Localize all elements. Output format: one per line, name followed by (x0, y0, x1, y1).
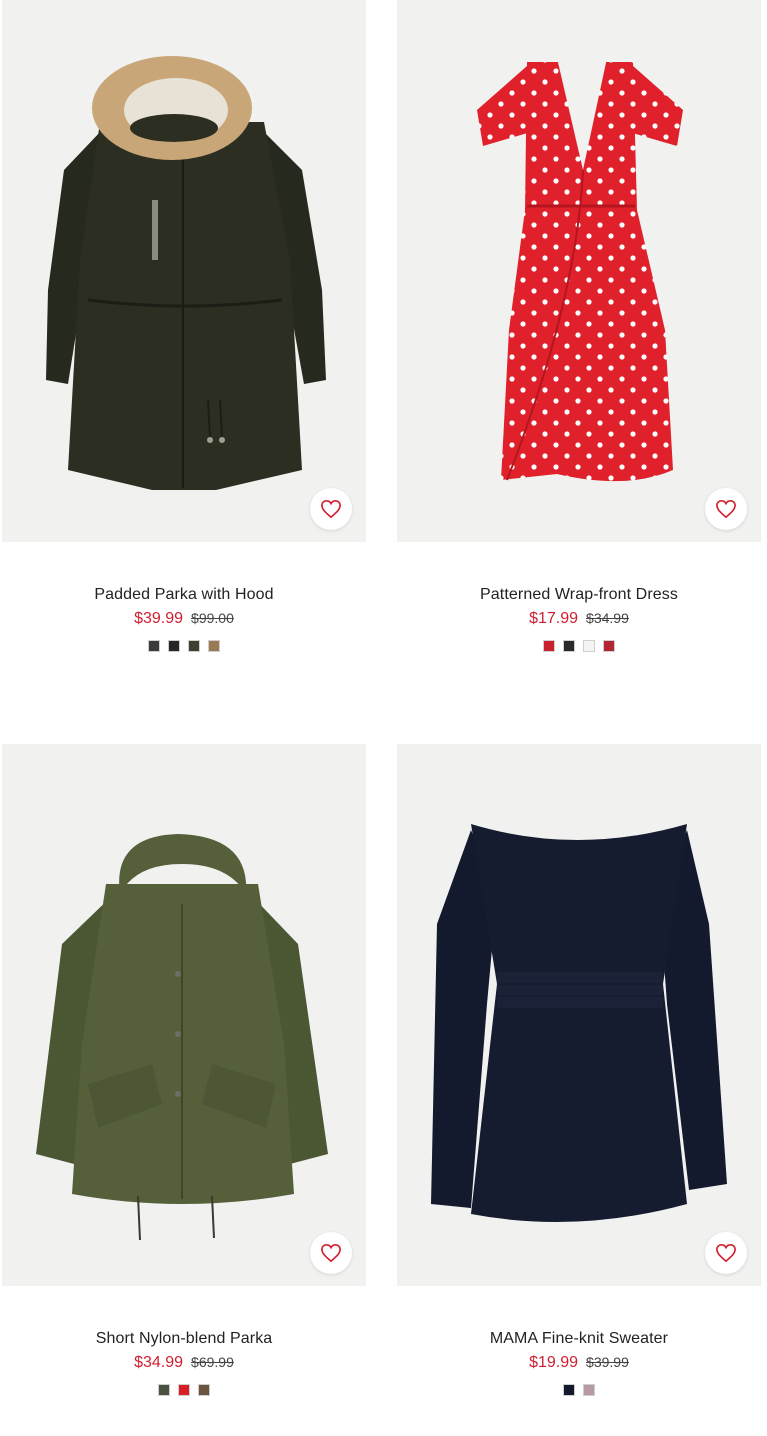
color-swatch[interactable] (197, 1383, 211, 1397)
color-swatches (397, 1383, 761, 1397)
sale-price: $39.99 (134, 610, 184, 627)
parka-image (46, 56, 326, 490)
color-swatch[interactable] (207, 639, 221, 653)
color-swatch[interactable] (187, 639, 201, 653)
color-swatch[interactable] (157, 1383, 171, 1397)
color-swatch[interactable] (562, 1383, 576, 1397)
color-swatch[interactable] (542, 639, 556, 653)
favorite-button[interactable] (310, 1232, 352, 1274)
favorite-button[interactable] (310, 488, 352, 530)
color-swatches (2, 1383, 366, 1397)
product-card[interactable]: Padded Parka with Hood $39.99 $99.00 (2, 0, 366, 653)
heart-outline-icon (716, 499, 736, 519)
price-row: $34.99 $69.99 (2, 1352, 366, 1373)
product-image[interactable] (2, 744, 366, 1286)
product-name[interactable]: Padded Parka with Hood (2, 585, 366, 605)
price-row: $39.99 $99.00 (2, 608, 366, 629)
product-name[interactable]: Patterned Wrap-front Dress (397, 585, 761, 605)
product-card[interactable]: MAMA Fine-knit Sweater $19.99 $39.99 (397, 744, 761, 1397)
heart-outline-icon (321, 499, 341, 519)
color-swatch[interactable] (562, 639, 576, 653)
jacket-image (36, 834, 328, 1241)
original-price: $34.99 (586, 610, 629, 626)
dress-image (477, 58, 683, 482)
product-info: MAMA Fine-knit Sweater $19.99 $39.99 (397, 1286, 761, 1397)
sale-price: $34.99 (134, 1354, 184, 1371)
color-swatch[interactable] (602, 639, 616, 653)
product-name[interactable]: Short Nylon-blend Parka (2, 1329, 366, 1349)
product-card[interactable]: Patterned Wrap-front Dress $17.99 $34.99 (397, 0, 761, 653)
product-name[interactable]: MAMA Fine-knit Sweater (397, 1329, 761, 1349)
product-image[interactable] (2, 0, 366, 542)
original-price: $39.99 (586, 1354, 629, 1370)
product-info: Padded Parka with Hood $39.99 $99.00 (2, 542, 366, 653)
product-image[interactable] (397, 0, 761, 542)
color-swatch[interactable] (167, 639, 181, 653)
product-card[interactable]: Short Nylon-blend Parka $34.99 $69.99 (2, 744, 366, 1397)
color-swatch[interactable] (177, 1383, 191, 1397)
favorite-button[interactable] (705, 1232, 747, 1274)
original-price: $99.00 (191, 610, 234, 626)
product-info: Short Nylon-blend Parka $34.99 $69.99 (2, 1286, 366, 1397)
color-swatches (2, 639, 366, 653)
favorite-button[interactable] (705, 488, 747, 530)
heart-outline-icon (716, 1243, 736, 1263)
product-image[interactable] (397, 744, 761, 1286)
price-row: $17.99 $34.99 (397, 608, 761, 629)
original-price: $69.99 (191, 1354, 234, 1370)
sale-price: $19.99 (529, 1354, 579, 1371)
color-swatch[interactable] (582, 1383, 596, 1397)
color-swatch[interactable] (582, 639, 596, 653)
product-info: Patterned Wrap-front Dress $17.99 $34.99 (397, 542, 761, 653)
color-swatches (397, 639, 761, 653)
sale-price: $17.99 (529, 610, 579, 627)
sweater-image (431, 810, 727, 1222)
price-row: $19.99 $39.99 (397, 1352, 761, 1373)
heart-outline-icon (321, 1243, 341, 1263)
color-swatch[interactable] (147, 639, 161, 653)
